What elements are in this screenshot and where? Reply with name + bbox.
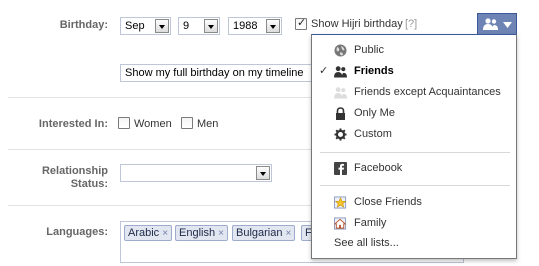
birthday-day-select[interactable]: 9 — [178, 17, 220, 35]
relationship-label-line2: Status: — [70, 178, 108, 190]
star-icon — [334, 196, 347, 209]
audience-option-only-me[interactable]: Only Me — [312, 104, 516, 124]
birthday-year-select[interactable]: 1988 — [228, 17, 282, 35]
audience-option-label: Public — [354, 44, 384, 56]
audience-option-label: Facebook — [354, 162, 403, 174]
chevron-down-icon — [266, 19, 280, 33]
birthday-month-value: Sep — [125, 20, 145, 32]
interested-men-checkbox[interactable] — [181, 117, 193, 129]
remove-token-icon[interactable]: × — [218, 228, 224, 239]
audience-option-label: Custom — [354, 128, 392, 140]
friends-icon — [334, 66, 347, 78]
languages-label: Languages: — [46, 226, 108, 238]
audience-menu: Public ✓ Friends Friends except Acquaint… — [311, 34, 517, 259]
audience-option-public[interactable]: Public — [312, 41, 516, 61]
audience-option-close-friends[interactable]: Close Friends — [312, 193, 516, 213]
house-icon — [334, 217, 347, 230]
facebook-icon — [334, 162, 347, 175]
audience-option-family[interactable]: Family — [312, 214, 516, 234]
audience-option-friends-except-acquaintances[interactable]: Friends except Acquaintances — [312, 83, 516, 103]
interested-women-checkbox[interactable] — [118, 117, 130, 129]
chevron-down-icon — [155, 19, 169, 33]
chevron-down-icon — [256, 166, 270, 180]
remove-token-icon[interactable]: × — [162, 228, 168, 239]
remove-token-icon[interactable]: × — [285, 228, 291, 239]
language-token[interactable]: Bulgarian × — [232, 225, 296, 241]
audience-option-label: Family — [354, 217, 387, 229]
birthday-visibility-select[interactable]: Show my full birthday on my timeline — [120, 64, 316, 82]
audience-option-label: Close Friends — [354, 196, 422, 208]
birthday-day-value: 9 — [183, 20, 190, 32]
birthday-year-value: 1988 — [233, 20, 258, 32]
lock-icon — [336, 107, 345, 120]
menu-divider — [320, 185, 510, 186]
divider — [8, 97, 311, 98]
friends-icon — [483, 18, 498, 30]
audience-option-friends[interactable]: ✓ Friends — [312, 62, 516, 82]
language-token-label: English — [179, 227, 216, 239]
birthday-label: Birthday: — [59, 19, 108, 31]
divider — [8, 205, 311, 206]
birthday-month-select[interactable]: Sep — [120, 17, 171, 35]
relationship-label-line1: Relationship — [41, 165, 108, 177]
hijri-birthday-checkbox[interactable] — [295, 16, 307, 30]
audience-option-custom[interactable]: Custom — [312, 125, 516, 145]
chevron-down-icon — [204, 19, 218, 33]
see-all-lists-label: See all lists... — [334, 237, 399, 249]
interested-women-label: Women — [134, 118, 172, 130]
language-token[interactable]: Arabic × — [124, 225, 173, 241]
audience-option-label: Friends except Acquaintances — [354, 86, 501, 98]
friends-except-acquaintances-icon — [334, 87, 347, 99]
language-token-label: Arabic — [128, 227, 160, 239]
chevron-down-icon — [503, 22, 512, 28]
check-icon: ✓ — [319, 64, 329, 77]
gear-icon — [334, 128, 347, 141]
language-token-label: Bulgarian — [236, 227, 283, 239]
audience-selector-button[interactable] — [477, 13, 517, 35]
language-token[interactable]: English × — [175, 225, 228, 241]
relationship-status-select[interactable] — [120, 164, 272, 182]
divider — [8, 149, 311, 150]
relationship-status-label: Relationship Status: — [20, 165, 108, 191]
interested-men-label: Men — [197, 118, 219, 130]
hijri-birthday-label: Show Hijri birthday — [311, 18, 403, 30]
menu-divider — [320, 152, 510, 153]
hijri-help-link[interactable]: [?] — [405, 18, 417, 30]
audience-option-facebook[interactable]: Facebook — [312, 159, 516, 179]
audience-option-label: Only Me — [354, 107, 395, 119]
audience-option-label: Friends — [354, 65, 394, 77]
interested-in-label: Interested In: — [38, 118, 108, 130]
birthday-visibility-value: Show my full birthday on my timeline — [125, 67, 304, 79]
see-all-lists-link[interactable]: See all lists... — [312, 234, 516, 254]
globe-icon — [334, 44, 347, 57]
